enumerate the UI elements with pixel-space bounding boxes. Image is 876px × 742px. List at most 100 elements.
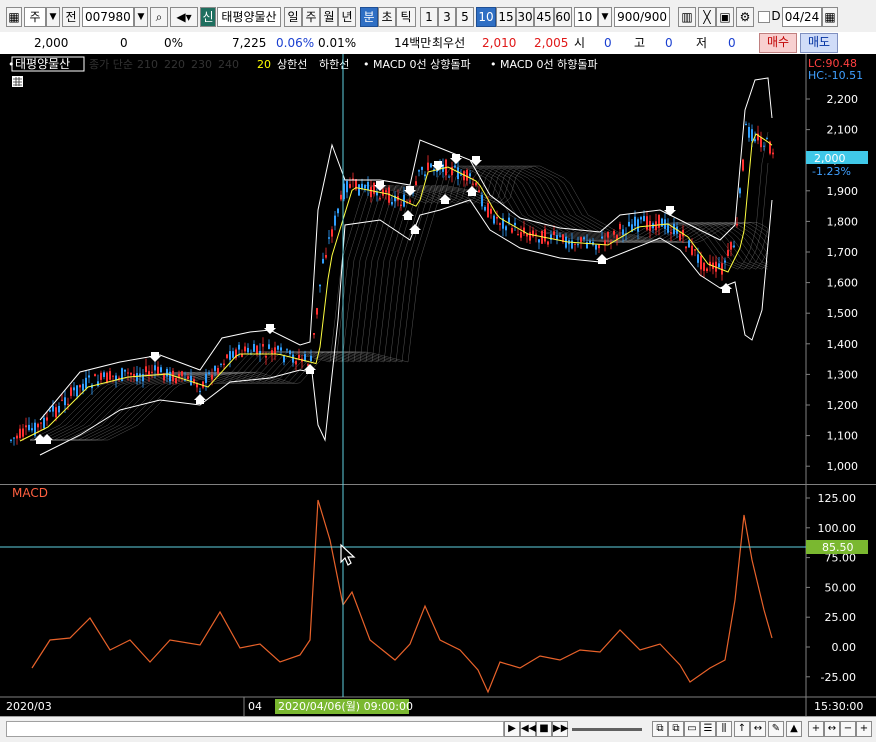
candle-body bbox=[226, 354, 228, 359]
candle-body bbox=[481, 194, 483, 207]
volume: 7,225 bbox=[232, 36, 267, 50]
code-dropdown-icon[interactable]: ▼ bbox=[134, 7, 148, 27]
candle-body bbox=[718, 263, 720, 268]
interval-45-button[interactable]: 45 bbox=[534, 7, 554, 27]
date-input[interactable]: 04/24 bbox=[782, 7, 822, 27]
candle-body bbox=[493, 215, 495, 224]
chart-icon[interactable]: ▦ bbox=[6, 7, 22, 27]
sell-button[interactable]: 매도 bbox=[800, 33, 838, 53]
candle-body bbox=[667, 224, 669, 233]
period-month-button[interactable]: 월 bbox=[320, 7, 338, 27]
candle-body bbox=[97, 381, 99, 386]
price-axis-label: 1,600 bbox=[827, 277, 859, 290]
interval-30-button[interactable]: 30 bbox=[516, 7, 534, 27]
chevron-down-icon[interactable]: ▼ bbox=[46, 7, 60, 27]
zoom-reset-icon[interactable]: ↔ bbox=[824, 721, 840, 737]
scroll-forward-icon[interactable]: ▶▶ bbox=[552, 721, 568, 737]
interval-10-button[interactable]: 10 bbox=[476, 7, 496, 27]
candle-body bbox=[703, 262, 705, 271]
gear-icon[interactable]: ⚙ bbox=[736, 7, 754, 27]
chart-area[interactable]: • 태평양물산 종가 단순 210 220 230 240 20 상한선 하한선 • M… bbox=[0, 54, 876, 718]
current-price-badge-text: 2,000 bbox=[814, 152, 846, 165]
candle-body bbox=[43, 417, 45, 429]
candle-body bbox=[25, 425, 27, 428]
save-icon[interactable]: ▣ bbox=[716, 7, 734, 27]
copy-icon[interactable]: ⧉ bbox=[652, 721, 668, 737]
candle-body bbox=[598, 244, 600, 249]
candle-body bbox=[325, 255, 327, 258]
legend-ma-label: 종가 단순 210 220 230 240 bbox=[89, 58, 239, 71]
scroll-play-icon[interactable]: ▶ bbox=[504, 721, 520, 737]
candle-body bbox=[706, 268, 708, 271]
macd-axis-label: 25.00 bbox=[825, 611, 857, 624]
time-axis-right: 15:30:00 bbox=[814, 700, 863, 713]
candle-body bbox=[454, 165, 456, 168]
stock-code-input[interactable]: 007980 bbox=[82, 7, 134, 27]
candle-body bbox=[19, 428, 21, 438]
candle-body bbox=[448, 176, 450, 178]
buy-signal-arrow-icon bbox=[194, 394, 206, 404]
interval-select[interactable]: 10 bbox=[574, 7, 598, 27]
candle-body bbox=[733, 245, 735, 248]
candle-body bbox=[433, 168, 435, 170]
bars-icon[interactable]: ⫼ bbox=[716, 721, 732, 737]
search-icon[interactable]: ⌕ bbox=[150, 7, 168, 27]
bar-count-input[interactable]: 900/900 bbox=[614, 7, 670, 27]
candle-body bbox=[457, 167, 459, 179]
period-second-button[interactable]: 초 bbox=[378, 7, 396, 27]
overlay-icon[interactable]: ⧉ bbox=[668, 721, 684, 737]
grid-icon[interactable]: ▥ bbox=[678, 7, 696, 27]
prev-button[interactable]: 전 bbox=[62, 7, 80, 27]
candle-body bbox=[298, 355, 300, 359]
candle-body bbox=[739, 188, 741, 194]
interval-dropdown-icon[interactable]: ▼ bbox=[598, 7, 612, 27]
high-label: 고 bbox=[634, 36, 646, 50]
zoom-plus-icon[interactable]: + bbox=[856, 721, 872, 737]
candle-body bbox=[655, 221, 657, 231]
price-axis-label: 1,200 bbox=[827, 399, 859, 412]
zoom-slider[interactable] bbox=[572, 728, 642, 731]
ma-ribbon-line bbox=[30, 165, 769, 441]
speaker-icon[interactable]: ◀▾ bbox=[170, 7, 198, 27]
scroll-stop-icon[interactable]: ■ bbox=[536, 721, 552, 737]
buy-button[interactable]: 매수 bbox=[759, 33, 797, 53]
macd-axis-label: 125.00 bbox=[818, 492, 857, 505]
zoom-out-icon[interactable]: − bbox=[840, 721, 856, 737]
period-day-button[interactable]: 일 bbox=[284, 7, 302, 27]
pencil-icon[interactable]: ✎ bbox=[768, 721, 784, 737]
scroll-back-icon[interactable]: ◀◀ bbox=[520, 721, 536, 737]
trade-amount: 14백만 bbox=[394, 36, 432, 50]
crosshair-time-text: 2020/04/06(월) 09:00:00 bbox=[278, 700, 413, 713]
interval-5-button[interactable]: 5 bbox=[456, 7, 474, 27]
candle-body bbox=[628, 221, 630, 227]
price-axis-label: 1,400 bbox=[827, 338, 859, 351]
candle-body bbox=[505, 226, 507, 231]
ma-ribbon-line bbox=[30, 165, 769, 441]
triangle-icon[interactable]: ▲ bbox=[786, 721, 802, 737]
candle-body bbox=[658, 214, 660, 228]
scroll-track[interactable] bbox=[6, 721, 504, 737]
up-arrow-icon[interactable]: ↑ bbox=[734, 721, 750, 737]
window-icon[interactable]: ▭ bbox=[684, 721, 700, 737]
ma-ribbon-line bbox=[30, 165, 769, 441]
zoom-in-icon[interactable]: + bbox=[808, 721, 824, 737]
candle-body bbox=[253, 344, 255, 352]
list-icon[interactable]: ☰ bbox=[700, 721, 716, 737]
bollinger-bands bbox=[39, 77, 773, 456]
interval-1-button[interactable]: 1 bbox=[420, 7, 438, 27]
date-checkbox[interactable] bbox=[758, 11, 770, 23]
period-year-button[interactable]: 년 bbox=[338, 7, 356, 27]
candle-body bbox=[70, 387, 72, 396]
period-unit-select[interactable]: 주 bbox=[24, 7, 46, 27]
interval-60-button[interactable]: 60 bbox=[554, 7, 572, 27]
candle-body bbox=[490, 208, 492, 214]
interval-15-button[interactable]: 15 bbox=[496, 7, 516, 27]
period-week-button[interactable]: 주 bbox=[302, 7, 320, 27]
calendar-icon[interactable]: ▦ bbox=[822, 7, 838, 27]
interval-3-button[interactable]: 3 bbox=[438, 7, 456, 27]
line-tool-icon[interactable]: ╳ bbox=[698, 7, 716, 27]
period-minute-button[interactable]: 분 bbox=[360, 7, 378, 27]
pan-icon[interactable]: ↔ bbox=[750, 721, 766, 737]
period-tick-button[interactable]: 틱 bbox=[396, 7, 416, 27]
price-change-pct: 0% bbox=[164, 36, 184, 50]
